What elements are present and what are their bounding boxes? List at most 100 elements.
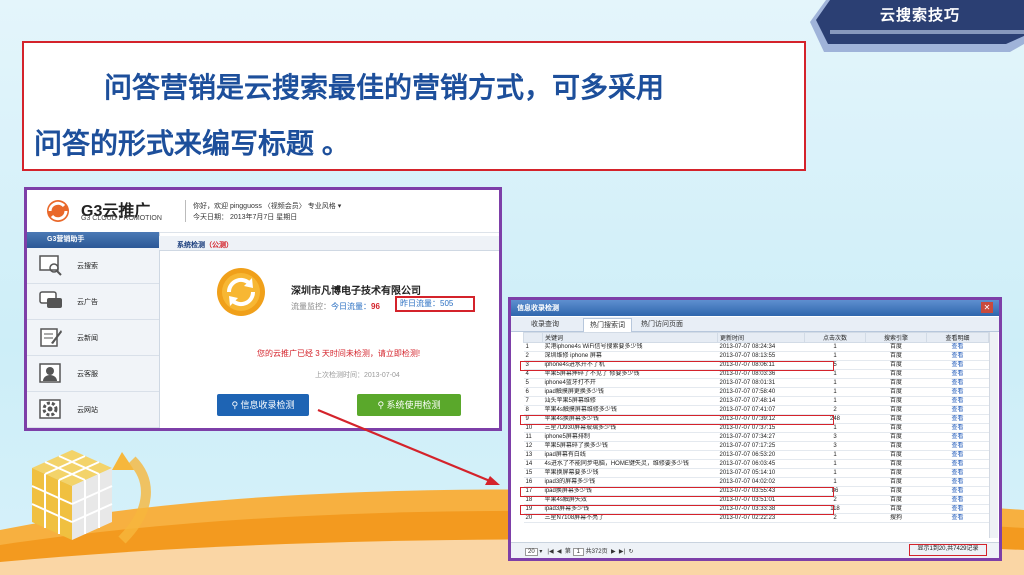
page-input[interactable]: 1 xyxy=(572,548,584,556)
row-view-link[interactable]: 查看 xyxy=(926,486,989,496)
row-view-link[interactable]: 查看 xyxy=(926,396,989,406)
page-size-select[interactable]: 20 xyxy=(525,548,538,556)
tab-system-check[interactable]: 系统检测（公测） xyxy=(177,240,233,250)
sidebar-item-label: 云客服 xyxy=(77,371,98,378)
row-keyword: ipad触摸屏更换多少钱 xyxy=(542,387,718,397)
row-time: 2013-07-07 07:37:15 xyxy=(717,423,805,433)
row-engine: 搜狗 xyxy=(865,513,927,523)
row-view-link[interactable]: 查看 xyxy=(926,441,989,451)
tab-hot-keywords[interactable]: 热门搜索词 xyxy=(583,318,632,332)
row-keyword: iphone4蓝牙打不开 xyxy=(542,378,718,388)
prev-page-icon[interactable]: ◀ xyxy=(557,549,562,555)
row-view-link[interactable]: 查看 xyxy=(926,450,989,460)
row-keyword: 苹果5屏幕碎了换多少钱 xyxy=(542,441,718,451)
table-row: 11 iphone5屏幕排制 2013-07-07 07:34:27 3 百度 查看 xyxy=(523,432,989,442)
table-row: 5 iphone4蓝牙打不开 2013-07-07 08:01:31 1 百度 查看 xyxy=(523,378,989,388)
row-view-link[interactable]: 查看 xyxy=(926,342,989,352)
system-usage-check-button[interactable]: ⚲ 系统使用检测 xyxy=(357,394,461,416)
row-time: 2013-07-07 07:17:25 xyxy=(717,441,805,451)
table-row: 7 汕头苹果5屏幕维修 2013-07-07 07:48:14 1 百度 查看 xyxy=(523,396,989,406)
today-date: 今天日期： 2013年7月7日 星期日 xyxy=(193,214,298,221)
window-title: 信息收录检测 xyxy=(517,305,559,312)
row-view-link[interactable]: 查看 xyxy=(926,414,989,424)
row-view-link[interactable]: 查看 xyxy=(926,423,989,433)
col-time[interactable]: 更新时间 xyxy=(717,332,805,343)
col-clicks[interactable]: 点击次数 xyxy=(804,332,866,343)
row-number: 2 xyxy=(523,351,543,361)
sidebar-item-cloud-service[interactable]: 云客服 xyxy=(27,356,159,392)
table-row: 6 ipad触摸屏更换多少钱 2013-07-07 07:58:40 1 百度 查看 xyxy=(523,387,989,397)
row-view-link[interactable]: 查看 xyxy=(926,504,989,514)
cloud-promotion-screenshot: G3云推广 G3 CLOUD PROMOTION 你好，欢迎 pingguoss… xyxy=(24,187,502,431)
chevron-down-icon[interactable]: ▾ xyxy=(539,549,542,555)
customer-service-icon xyxy=(39,363,61,383)
first-page-icon[interactable]: |◀ xyxy=(547,549,553,555)
close-icon[interactable]: ✕ xyxy=(981,302,993,313)
sidebar-item-label: 云广告 xyxy=(77,299,98,306)
row-engine: 百度 xyxy=(865,378,927,388)
table-row: 15 苹果换屏幕要多少钱 2013-07-07 05:14:10 1 百度 查看 xyxy=(523,468,989,478)
col-engine[interactable]: 搜索引擎 xyxy=(865,332,927,343)
search-monitor-icon xyxy=(39,255,62,276)
row-engine: 百度 xyxy=(865,468,927,478)
row-view-link[interactable]: 查看 xyxy=(926,387,989,397)
last-page-icon[interactable]: ▶| xyxy=(619,549,625,555)
refresh-icon[interactable]: ↻ xyxy=(628,549,633,555)
row-view-link[interactable]: 查看 xyxy=(926,468,989,478)
row-time: 2013-07-07 02:22:23 xyxy=(717,513,805,523)
row-time: 2013-07-07 08:01:31 xyxy=(717,378,805,388)
row-number: 12 xyxy=(523,441,543,451)
row-engine: 百度 xyxy=(865,423,927,433)
row-view-link[interactable]: 查看 xyxy=(926,495,989,505)
row-view-link[interactable]: 查看 xyxy=(926,378,989,388)
row-number: 16 xyxy=(523,477,543,487)
row-clicks: 3 xyxy=(804,432,866,442)
sidebar-item-label: 云搜索 xyxy=(77,263,98,270)
row-view-link[interactable]: 查看 xyxy=(926,360,989,370)
sidebar-item-cloud-ads[interactable]: 云广告 xyxy=(27,284,159,320)
tab-hot-pages[interactable]: 热门访问页面 xyxy=(635,318,689,331)
yesterday-traffic: 昨日流量：505 xyxy=(395,296,475,312)
search-icon: ⚲ xyxy=(377,400,387,410)
row-engine: 百度 xyxy=(865,396,927,406)
table-row: 12 苹果5屏幕碎了换多少钱 2013-07-07 07:17:25 3 百度 查看 xyxy=(523,441,989,451)
col-keyword[interactable]: 关键词 xyxy=(542,332,718,343)
row-time: 2013-07-07 08:13:55 xyxy=(717,351,805,361)
user-greeting[interactable]: 你好，欢迎 pingguoss 〈视频会员〉 专业风格 ▾ xyxy=(193,201,341,211)
sidebar-item-cloud-news[interactable]: 云新闻 xyxy=(27,320,159,356)
brand-subtitle: G3 CLOUD PROMOTION xyxy=(81,215,162,222)
row-view-link[interactable]: 查看 xyxy=(926,351,989,361)
tab-status: （公测） xyxy=(205,242,233,249)
row-engine: 百度 xyxy=(865,342,927,352)
row-keyword: 汕头苹果5屏幕维修 xyxy=(542,396,718,406)
row-view-link[interactable]: 查看 xyxy=(926,459,989,469)
row-keyword: 苹果4s触摸屏幕维修多少钱 xyxy=(542,405,718,415)
row-clicks: 1 xyxy=(804,423,866,433)
table-row: 2 深圳维修 iphone 屏幕 2013-07-07 08:13:55 1 百度 查看 xyxy=(523,351,989,361)
row-engine: 百度 xyxy=(865,351,927,361)
sidebar-item-cloud-search[interactable]: 云搜索 xyxy=(27,248,159,284)
next-page-icon[interactable]: ▶ xyxy=(611,549,616,555)
row-number: 8 xyxy=(523,405,543,415)
row-engine: 百度 xyxy=(865,450,927,460)
header-divider xyxy=(185,200,186,222)
tab-title: 系统检测 xyxy=(177,242,205,249)
sidebar-item-cloud-site[interactable]: 云网站 xyxy=(27,392,159,428)
row-view-link[interactable]: 查看 xyxy=(926,432,989,442)
scrollbar[interactable] xyxy=(989,332,998,538)
row-engine: 百度 xyxy=(865,486,927,496)
row-view-link[interactable]: 查看 xyxy=(926,513,989,523)
search-icon: ⚲ xyxy=(231,400,241,410)
row-keyword: iphone5屏幕排制 xyxy=(542,432,718,442)
info-index-check-button[interactable]: ⚲ 信息收录检测 xyxy=(217,394,309,416)
row-clicks: 1 xyxy=(804,378,866,388)
row-view-link[interactable]: 查看 xyxy=(926,369,989,379)
row-number: 11 xyxy=(523,432,543,442)
row-clicks: 2 xyxy=(804,405,866,415)
row-view-link[interactable]: 查看 xyxy=(926,405,989,415)
button-label: 系统使用检测 xyxy=(386,400,441,410)
row-view-link[interactable]: 查看 xyxy=(926,477,989,487)
tab-index-query[interactable]: 收录查询 xyxy=(525,318,565,331)
row-highlight-box xyxy=(520,360,834,371)
row-clicks: 1 xyxy=(804,468,866,478)
